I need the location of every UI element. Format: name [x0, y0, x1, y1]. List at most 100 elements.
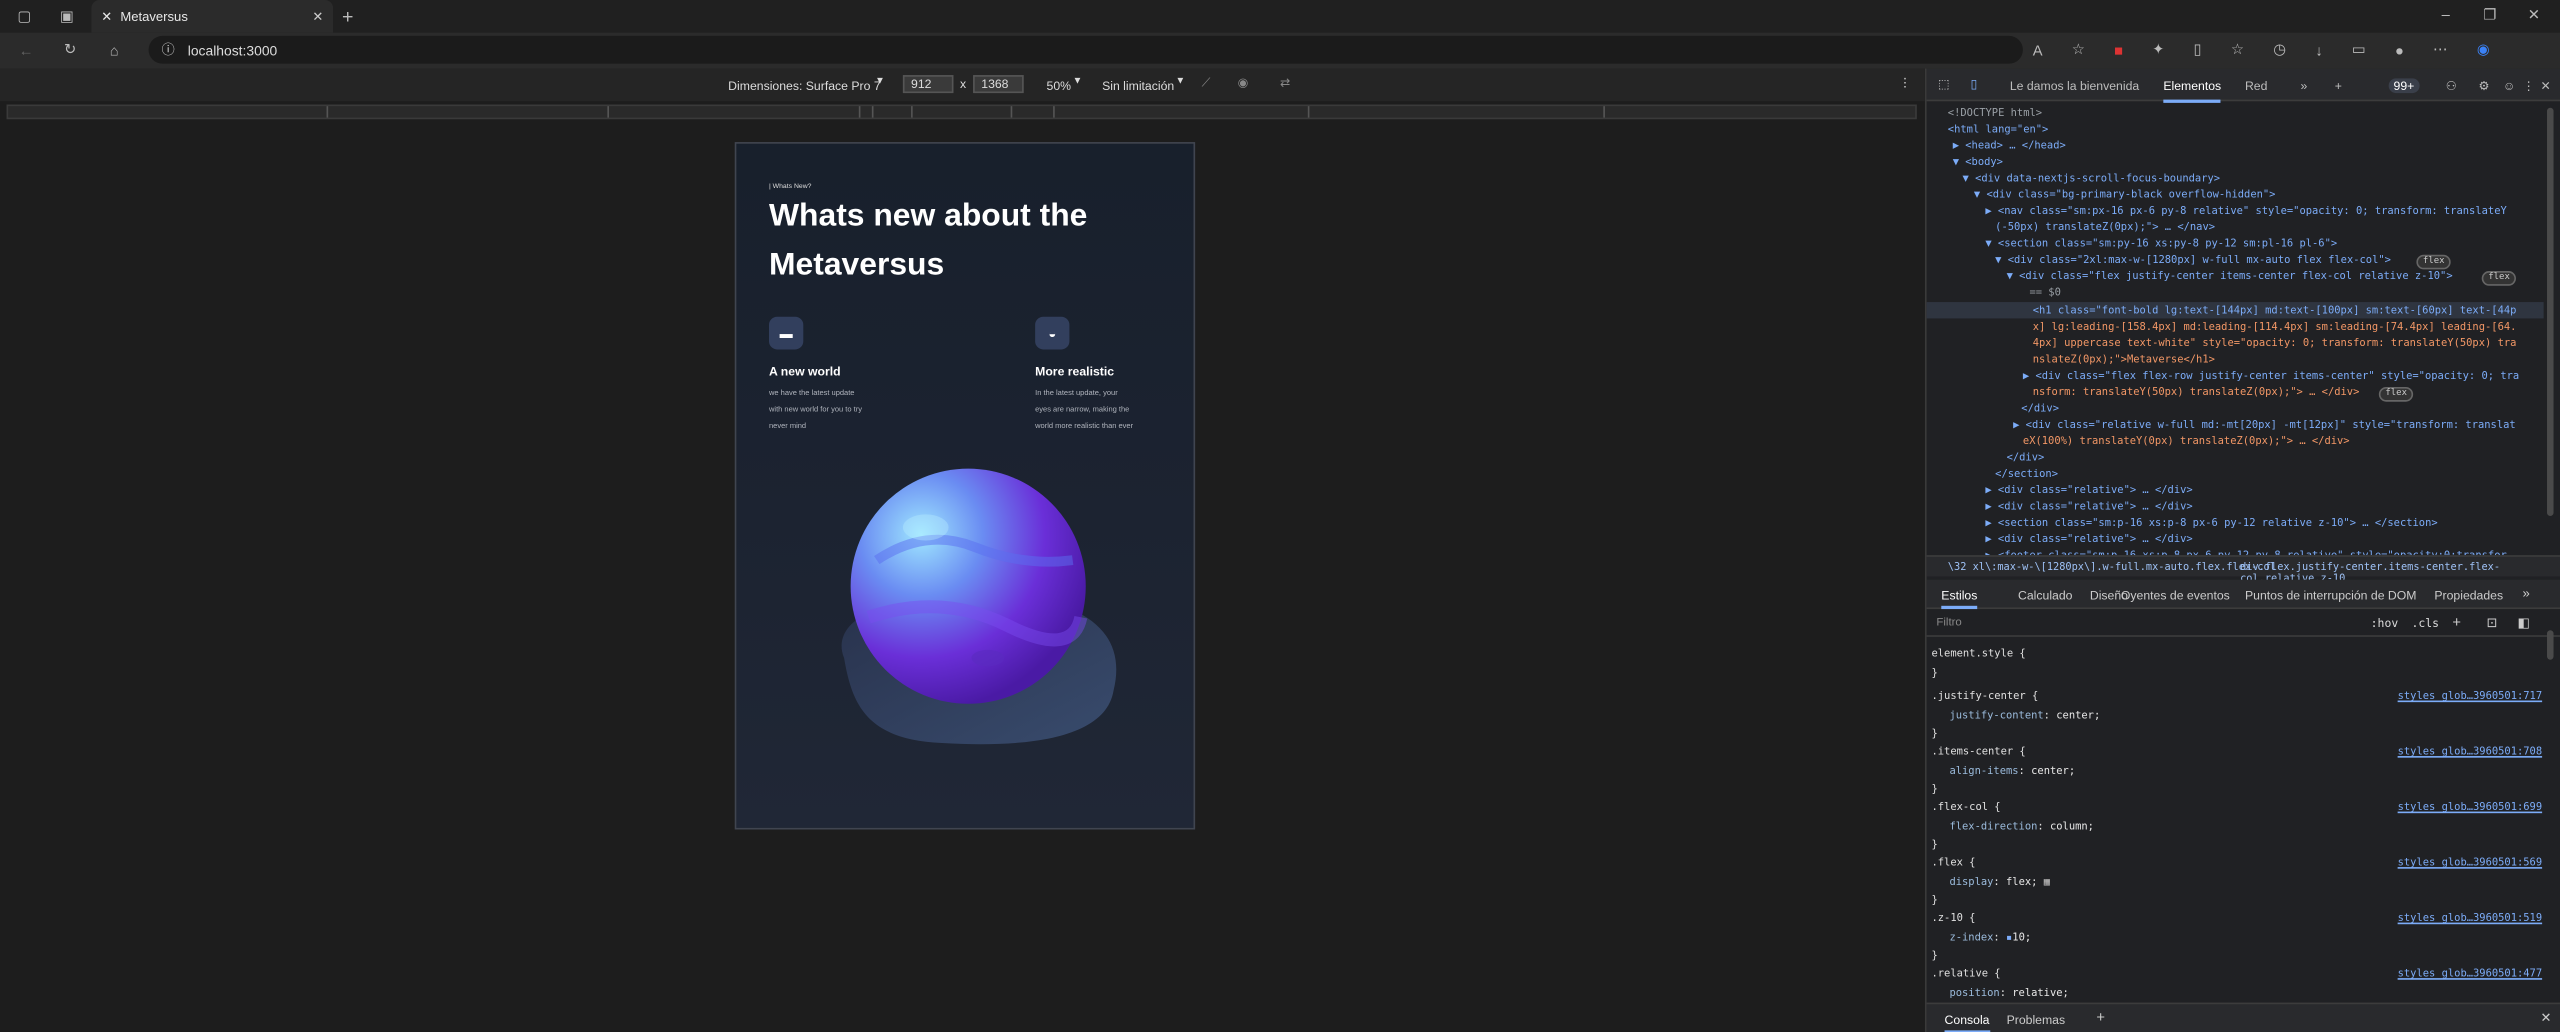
split-screen-icon[interactable]: ▯	[2194, 41, 2202, 59]
favorite-star-icon[interactable]: ☆	[2072, 41, 2085, 59]
rule-source-link[interactable]: styles_glob…3960501:477	[2398, 967, 2542, 980]
rule-source-link[interactable]: styles_glob…3960501:708	[2398, 745, 2542, 758]
eye-icon[interactable]: ◉	[1238, 75, 1249, 90]
flex-editor-icon[interactable]: ▦	[2044, 875, 2050, 888]
rule-source-link[interactable]: styles_glob…3960501:699	[2398, 800, 2542, 813]
css-value[interactable]: 10;	[2012, 931, 2031, 944]
rule-source-link[interactable]: styles_glob…3960501:569	[2398, 856, 2542, 869]
vertical-tabs-icon[interactable]: ▣	[57, 7, 77, 27]
settings-gear-icon[interactable]: ⚙	[2478, 78, 2489, 93]
rotate-icon[interactable]: ⇄	[1280, 75, 1290, 90]
height-input[interactable]: 1368	[973, 75, 1024, 94]
history-icon[interactable]: ◷	[2273, 41, 2286, 59]
rule-source-link[interactable]: styles_glob…3960501:717	[2398, 689, 2542, 702]
device-toggle-icon[interactable]: ▯	[1971, 77, 1978, 92]
issues-badge[interactable]: 99+	[2388, 78, 2420, 94]
more-options-icon[interactable]: ⋮	[1899, 75, 1911, 90]
rule-source-link[interactable]: styles_glob…3960501:519	[2398, 911, 2542, 924]
inspect-icon[interactable]: ⬚	[1938, 77, 1950, 92]
rule-selector[interactable]: .flex-col {	[1931, 800, 2000, 813]
subtab-dom-breakpoints[interactable]: Puntos de interrupción de DOM	[2245, 588, 2417, 603]
dom-line[interactable]: ▶ <div class="relative w-full md:-mt[20p…	[2013, 416, 2516, 432]
css-property[interactable]: align-items	[1949, 764, 2018, 777]
rule-selector[interactable]: .items-center {	[1931, 745, 2025, 758]
close-window-icon[interactable]: ✕	[2524, 5, 2544, 25]
home-icon[interactable]: ⌂	[104, 39, 124, 60]
tab-network[interactable]: Red	[2245, 78, 2267, 93]
copilot-icon[interactable]: ◉	[2477, 41, 2490, 59]
add-drawer-tab-icon[interactable]: +	[2096, 1009, 2105, 1025]
filter-input[interactable]: Filtro	[1936, 617, 1961, 628]
css-value[interactable]: relative;	[2012, 986, 2069, 999]
rule-selector[interactable]: .relative {	[1931, 967, 2000, 980]
dom-line[interactable]: ▼ <div class="flex justify-center items-…	[2007, 268, 2453, 284]
css-property[interactable]: z-index	[1949, 931, 1993, 944]
connect-icon[interactable]: ⚇	[2446, 78, 2457, 93]
subtab-styles[interactable]: Estilos	[1941, 588, 1978, 610]
dom-line[interactable]: ▶ <div class="relative"> … </div>	[1985, 482, 2192, 498]
add-tab-icon[interactable]: +	[2335, 78, 2342, 93]
back-icon[interactable]: ←	[16, 39, 36, 60]
downloads-icon[interactable]: ↓	[2315, 42, 2322, 58]
css-value[interactable]: center;	[2031, 764, 2075, 777]
more-menu-icon[interactable]: ⋯	[2433, 41, 2448, 59]
address-bar[interactable]: ⓘ localhost:3000	[148, 35, 2023, 64]
dom-line[interactable]: ▶ <div class="relative"> … </div>	[1985, 531, 2192, 547]
tab-welcome[interactable]: Le damos la bienvenida	[2010, 78, 2139, 93]
read-aloud-icon[interactable]: A	[2033, 42, 2043, 58]
user-icon[interactable]: ☺	[2503, 78, 2516, 93]
more-tabs-icon[interactable]: »	[2300, 78, 2307, 93]
extensions-icon[interactable]: ✦	[2152, 41, 2164, 59]
tab-issues[interactable]: Problemas	[2007, 1012, 2066, 1027]
dom-line[interactable]: ▶ <head> … </head>	[1953, 137, 2066, 153]
minimize-icon[interactable]: –	[2436, 5, 2456, 25]
css-value[interactable]: center;	[2056, 709, 2100, 722]
css-property[interactable]: display	[1949, 875, 1993, 888]
styles-scrollbar[interactable]	[2547, 630, 2554, 660]
rule-selector[interactable]: .z-10 {	[1931, 911, 1975, 924]
dom-line[interactable]: ▶ <section class="sm:p-16 xs:p-8 px-6 py…	[1985, 514, 2437, 530]
browser-tab[interactable]: ✕ Metaversus ✕	[91, 0, 334, 33]
more-subtabs-icon[interactable]: »	[2523, 586, 2530, 601]
css-property[interactable]: flex-direction	[1949, 820, 2037, 833]
tab-console[interactable]: Consola	[1944, 1012, 1990, 1032]
throttle-select[interactable]: Sin limitación	[1102, 78, 1174, 93]
close-drawer-icon[interactable]: ✕	[2540, 1011, 2551, 1026]
dom-scrollbar[interactable]	[2547, 107, 2554, 516]
cls-toggle[interactable]: .cls	[2411, 617, 2439, 630]
media-query-ruler[interactable]	[6, 104, 1917, 120]
css-property[interactable]: justify-content	[1949, 709, 2043, 722]
styles-pane[interactable]: element.style { } .justify-center { styl…	[1927, 640, 2544, 1003]
tab-elements[interactable]: Elementos	[2163, 78, 2222, 103]
favorites-icon[interactable]: ☆	[2231, 41, 2244, 59]
profile-avatar[interactable]: ●	[2395, 42, 2404, 58]
rule-selector[interactable]: element.style {	[1931, 647, 2025, 660]
close-devtools-icon[interactable]: ✕	[2540, 78, 2550, 93]
subtab-properties[interactable]: Propiedades	[2434, 588, 2503, 603]
color-picker-icon[interactable]: ⊡	[2487, 616, 2498, 631]
dom-line[interactable]: ▼ <div class="2xl:max-w-[1280px] w-full …	[1995, 251, 2391, 267]
css-property[interactable]: position	[1949, 986, 1999, 999]
dom-line[interactable]: <h1 class="font-bold lg:text-[144px] md:…	[2033, 302, 2517, 318]
dom-line[interactable]: ▼ <body>	[1953, 153, 2003, 169]
dom-tree[interactable]: <!DOCTYPE html> <html lang="en"> ▶ <head…	[1926, 105, 2544, 556]
disable-touch-icon[interactable]: ⟋	[1202, 75, 1211, 91]
css-value[interactable]: column;	[2050, 820, 2094, 833]
sidebar-toggle-icon[interactable]: ◧	[2518, 616, 2530, 631]
dom-line[interactable]: ▼ <section class="sm:py-16 xs:py-8 py-12…	[1985, 235, 2337, 251]
new-tab-icon[interactable]: +	[338, 4, 358, 27]
dimensions-select[interactable]: Dimensiones: Surface Pro 7	[728, 78, 880, 93]
subtab-event-listeners[interactable]: Oyentes de eventos	[2121, 588, 2230, 603]
refresh-icon[interactable]: ↻	[60, 39, 80, 60]
css-value[interactable]: flex;	[2006, 875, 2037, 888]
dom-line[interactable]: ▼ <div data-nextjs-scroll-focus-boundary…	[1963, 170, 2221, 186]
maximize-icon[interactable]: ❐	[2480, 5, 2500, 25]
kebab-menu-icon[interactable]: ⋮	[2523, 78, 2535, 93]
new-rule-icon[interactable]: +	[2452, 614, 2461, 630]
dom-line[interactable]: ▶ <footer class="sm:p-16 xs:p-8 px-6 py-…	[1985, 547, 2506, 556]
workspaces-icon[interactable]: ▢	[15, 7, 35, 27]
subtab-computed[interactable]: Calculado	[2018, 588, 2072, 603]
width-input[interactable]: 912	[902, 75, 954, 94]
dom-line[interactable]: ▶ <nav class="sm:px-16 px-6 py-8 relativ…	[1985, 202, 2506, 218]
flex-badge[interactable]: flex	[2378, 386, 2414, 402]
